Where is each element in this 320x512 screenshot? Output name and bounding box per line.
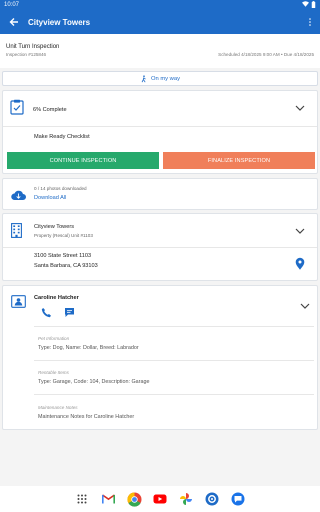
map-pin-icon [295, 257, 305, 270]
photos-app-button[interactable] [178, 491, 194, 507]
contact-name: Caroline Hatcher [34, 295, 79, 301]
property-expand-button[interactable] [295, 228, 305, 234]
continue-inspection-label: CONTINUE INSPECTION [49, 157, 117, 164]
photos-card: 0 / 14 photos downloaded Download All [2, 178, 318, 210]
rentable-items-label: Rentable Items [38, 370, 69, 375]
finalize-inspection-button[interactable]: FINALIZE INSPECTION [163, 152, 315, 169]
chevron-down-icon [295, 228, 305, 234]
android-dock [0, 486, 320, 512]
messages-app-button[interactable] [230, 491, 246, 507]
message-button[interactable] [64, 307, 75, 318]
divider [34, 326, 314, 327]
wifi-icon [302, 1, 309, 9]
progress-percent: 6% Complete [33, 107, 67, 113]
clipboard-check-icon [10, 99, 24, 115]
map-pin-button[interactable] [295, 257, 305, 270]
inspection-header: Unit Turn Inspection Inspection #125846 … [0, 34, 320, 68]
grid-dots-icon [77, 494, 87, 504]
property-address-line1: 3100 State Street 1103 [34, 253, 92, 259]
back-button[interactable] [0, 17, 28, 27]
contact-card: Caroline Hatcher Pet Information Type: D… [2, 285, 318, 430]
divider [3, 247, 317, 248]
chrome-icon [126, 491, 141, 507]
youtube-icon [153, 494, 167, 504]
phone-icon [41, 308, 51, 318]
divider [34, 394, 314, 395]
contact-card-icon [11, 295, 26, 308]
pet-info-value: Type: Dog, Name: Dollar, Breed: Labrador [38, 345, 139, 351]
property-address-line2: Santa Barbara, CA 93103 [34, 263, 98, 269]
battery-icon [311, 0, 316, 10]
chrome-app-button[interactable] [126, 491, 142, 507]
finalize-inspection-label: FINALIZE INSPECTION [207, 157, 271, 164]
divider [3, 126, 317, 127]
chat-bubble-icon [65, 308, 74, 317]
on-my-way-label: On my way [151, 75, 180, 82]
inspection-number: Inspection #125846 [6, 52, 47, 57]
gear-icon [205, 492, 219, 506]
property-unit: Property (Rescal) Unit #1103 [34, 233, 93, 238]
contact-expand-button[interactable] [300, 303, 310, 309]
app-bar: Cityview Towers [0, 10, 320, 34]
status-bar: 10:07 [0, 0, 320, 10]
cloud-download-icon [11, 190, 26, 200]
maintenance-notes-label: Maintenance Notes [38, 405, 78, 410]
youtube-app-button[interactable] [152, 491, 168, 507]
checklist-name: Make Ready Checklist [34, 134, 90, 140]
status-icons [302, 0, 316, 10]
pinwheel-photos-icon [180, 493, 192, 505]
more-vert-icon [309, 18, 311, 26]
back-arrow-icon [9, 18, 18, 26]
divider [34, 360, 314, 361]
messages-icon [231, 492, 245, 506]
gmail-icon [101, 494, 115, 504]
settings-app-button[interactable] [204, 491, 220, 507]
continue-inspection-button[interactable]: CONTINUE INSPECTION [7, 152, 159, 169]
chevron-down-icon [300, 303, 310, 309]
photo-download-status: 0 / 14 photos downloaded [34, 186, 87, 191]
app-title: Cityview Towers [28, 17, 91, 27]
inspection-title: Unit Turn Inspection [6, 44, 60, 50]
maintenance-notes-value: Maintenance Notes for Caroline Hatcher [38, 414, 135, 420]
status-time: 10:07 [4, 2, 20, 8]
call-button[interactable] [41, 307, 52, 318]
chevron-down-icon [295, 105, 305, 111]
rentable-items-value: Type: Garage, Code: 104, Description: Ga… [38, 379, 150, 385]
property-card: Cityview Towers Property (Rescal) Unit #… [2, 213, 318, 281]
gmail-app-button[interactable] [100, 491, 116, 507]
inspection-schedule: Scheduled 4/18/2025 9:00 AM • Due 4/18/2… [218, 52, 314, 57]
pet-info-label: Pet Information [38, 336, 70, 341]
progress-expand-button[interactable] [295, 105, 305, 111]
building-icon [11, 223, 22, 238]
progress-card: 6% Complete Make Ready Checklist CONTINU… [2, 90, 318, 174]
on-my-way-button[interactable]: On my way [2, 71, 318, 86]
property-name: Cityview Towers [34, 224, 74, 230]
download-all-link[interactable]: Download All [34, 195, 66, 201]
app-drawer-button[interactable] [74, 491, 90, 507]
walking-person-icon [141, 74, 146, 82]
overflow-menu-button[interactable] [300, 17, 320, 27]
